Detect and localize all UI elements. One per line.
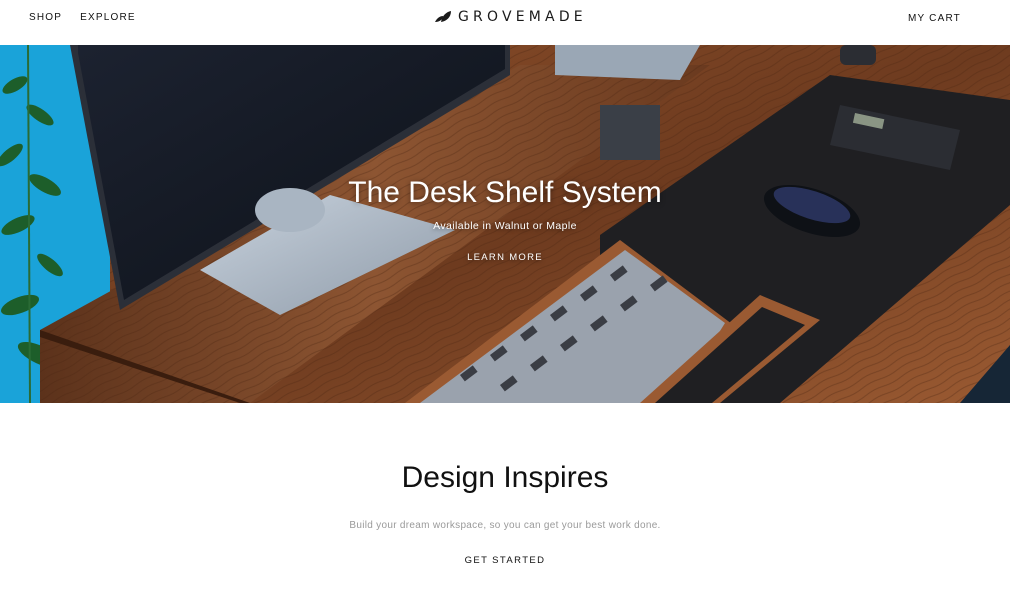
hero-title: The Desk Shelf System <box>348 176 662 209</box>
primary-nav: SHOP EXPLORE <box>29 12 136 23</box>
learn-more-button[interactable]: LEARN MORE <box>467 252 543 263</box>
hero-subtitle: Available in Walnut or Maple <box>433 220 577 232</box>
site-header: SHOP EXPLORE GROVEMADE MY CART <box>0 0 1010 45</box>
section-cta: GET STARTED <box>0 555 1010 566</box>
nav-explore-link[interactable]: EXPLORE <box>80 12 136 23</box>
cart-link[interactable]: MY CART <box>908 13 961 24</box>
brand-logo[interactable]: GROVEMADE <box>435 9 587 25</box>
hero-banner: The Desk Shelf System Available in Walnu… <box>0 45 1010 403</box>
leaf-logo-icon <box>435 11 451 22</box>
section-title: Design Inspires <box>401 461 609 494</box>
brand-name: GROVEMADE <box>458 9 587 25</box>
section-subtitle: Build your dream workspace, so you can g… <box>349 520 661 531</box>
nav-shop-link[interactable]: SHOP <box>29 12 62 23</box>
get-started-button[interactable]: GET STARTED <box>465 555 546 566</box>
hero-cta: LEARN MORE <box>0 252 1010 263</box>
